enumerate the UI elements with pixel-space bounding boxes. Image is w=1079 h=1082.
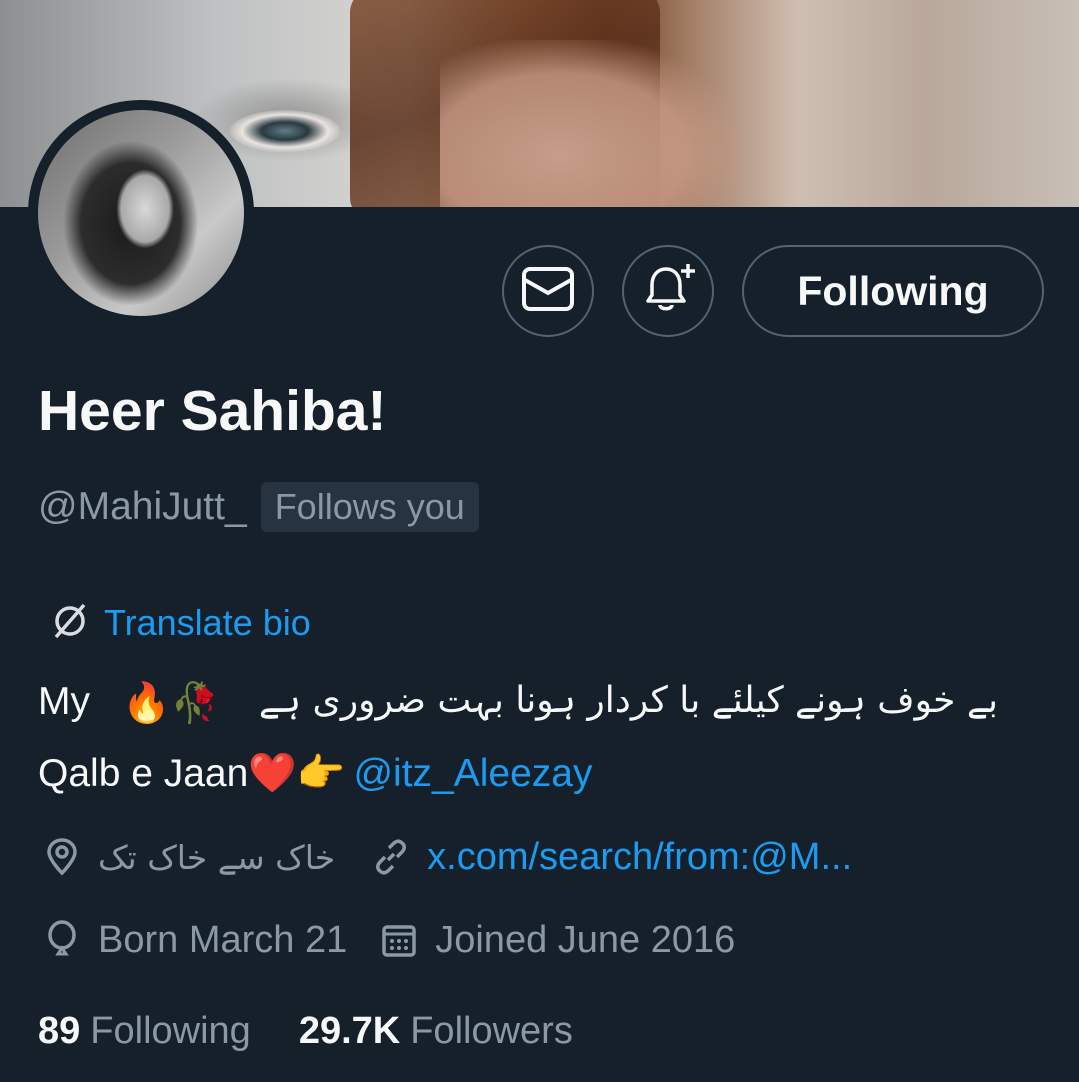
bio-prefix: My bbox=[38, 680, 90, 723]
profile-meta-row-2: Born March 21 Joined June 2016 bbox=[40, 918, 735, 962]
bio-emoji: 🔥🥀 bbox=[122, 682, 220, 725]
profile-stats: 89 Following 29.7K Followers bbox=[38, 1010, 573, 1053]
followers-stat[interactable]: 29.7K Followers bbox=[299, 1010, 573, 1053]
location-item: خاک سے خاک تک bbox=[40, 835, 335, 879]
profile-handle: @MahiJutt_ bbox=[38, 485, 247, 528]
banner-eye-shape bbox=[230, 110, 340, 152]
profile-meta-row-1: خاک سے خاک تک x.com/search/from:@M... bbox=[40, 835, 852, 879]
translate-bio-link[interactable]: Translate bio bbox=[48, 601, 311, 645]
bio-text: Qalb e Jaan❤️👉 bbox=[38, 752, 346, 795]
handle-row: @MahiJutt_ Follows you bbox=[38, 482, 479, 532]
website-link[interactable]: x.com/search/from:@M... bbox=[427, 836, 852, 879]
balloon-icon bbox=[40, 918, 84, 962]
location-text: خاک سے خاک تک bbox=[98, 837, 336, 877]
followers-count: 29.7K bbox=[298, 1010, 401, 1052]
joined-text: Joined June 2016 bbox=[435, 918, 736, 961]
avatar[interactable] bbox=[28, 100, 254, 326]
following-button[interactable]: Following bbox=[742, 245, 1044, 337]
avatar-image bbox=[38, 110, 244, 316]
birthday-item: Born March 21 bbox=[40, 918, 347, 962]
bio-line-2: Qalb e Jaan❤️👉 @itz_Aleezay bbox=[38, 750, 1048, 796]
birthday-text: Born March 21 bbox=[98, 918, 348, 961]
bio-urdu-text: بے خوف ہونے کیلئے با کردار ہونا بہت ضرور… bbox=[258, 680, 998, 721]
location-pin-icon bbox=[40, 835, 84, 879]
translate-bio-label: Translate bio bbox=[104, 602, 311, 643]
calendar-icon bbox=[377, 918, 421, 962]
profile-bio: My 🔥🥀 بے خوف ہونے کیلئے با کردار ہونا بہ… bbox=[38, 680, 1048, 796]
bell-plus-icon bbox=[638, 261, 698, 321]
follows-you-badge: Follows you bbox=[260, 482, 479, 532]
bio-mention-link[interactable]: @itz_Aleezay bbox=[353, 752, 592, 795]
envelope-icon bbox=[521, 266, 575, 316]
website-item[interactable]: x.com/search/from:@M... bbox=[369, 835, 852, 879]
bio-line-1: My 🔥🥀 بے خوف ہونے کیلئے با کردار ہونا بہ… bbox=[38, 680, 1048, 738]
banner-hand-shape bbox=[440, 40, 740, 207]
joined-item: Joined June 2016 bbox=[377, 918, 735, 962]
translate-icon bbox=[48, 601, 92, 645]
link-icon bbox=[369, 835, 413, 879]
followers-label: Followers bbox=[410, 1010, 573, 1052]
profile-name: Heer Sahiba! bbox=[38, 379, 387, 443]
notify-button[interactable] bbox=[622, 245, 714, 337]
following-count: 89 bbox=[38, 1010, 81, 1052]
following-stat[interactable]: 89 Following bbox=[38, 1010, 251, 1053]
message-button[interactable] bbox=[502, 245, 594, 337]
following-label: Following bbox=[90, 1010, 251, 1052]
